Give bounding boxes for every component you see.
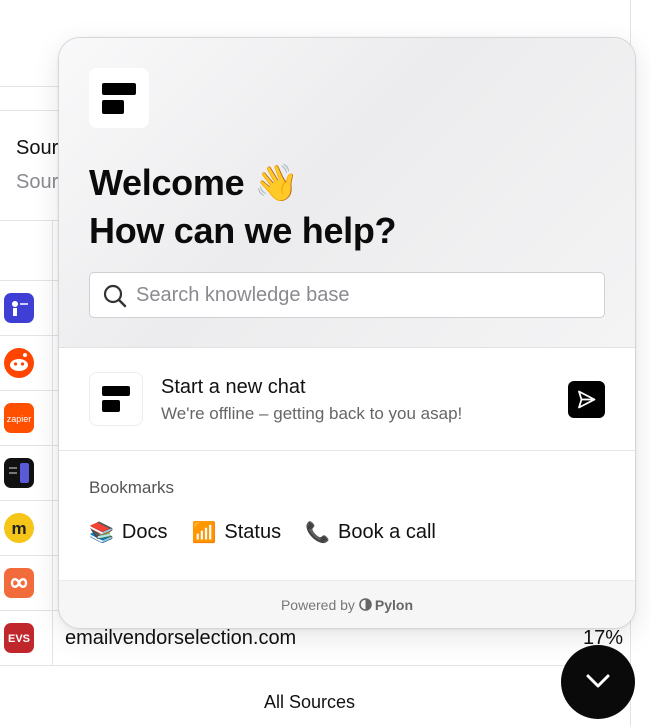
row-divider — [0, 390, 60, 391]
bookmark-book-call[interactable]: 📞 Book a call — [305, 521, 436, 544]
chat-logo — [89, 372, 143, 426]
pylon-logo-icon — [359, 598, 372, 611]
infinity-logo-icon — [4, 568, 34, 598]
row-divider — [0, 445, 60, 446]
company-logo — [89, 68, 149, 128]
send-icon — [578, 390, 596, 409]
reddit-icon — [4, 348, 34, 378]
books-icon: 📚 — [89, 521, 114, 544]
logo-mark-icon — [102, 386, 130, 412]
search-icon — [103, 284, 127, 308]
logo-mark-icon — [102, 83, 136, 114]
signal-icon: 📶 — [191, 521, 217, 544]
bookmarks-label: Bookmarks — [89, 478, 175, 497]
search-box[interactable] — [89, 272, 605, 318]
row-divider — [0, 500, 60, 501]
phone-icon: 📞 — [305, 521, 330, 544]
dark-app-icon — [4, 458, 34, 488]
support-widget: Welcome 👋 How can we help? Start a new c… — [58, 37, 636, 629]
chat-title: Start a new chat — [161, 376, 306, 398]
widget-footer: Powered by Pylon — [59, 580, 635, 628]
help-heading: How can we help? — [89, 210, 397, 251]
welcome-heading: Welcome 👋 — [89, 162, 299, 203]
m-logo-icon: m — [4, 513, 34, 543]
divider — [0, 110, 60, 111]
bookmark-label: Docs — [121, 521, 168, 543]
send-button[interactable] — [568, 381, 605, 418]
search-input[interactable] — [136, 273, 596, 317]
chevron-down-icon — [586, 674, 610, 688]
evs-logo-icon: EVS — [4, 623, 34, 653]
row-divider — [0, 335, 60, 336]
bookmark-label: Status — [224, 521, 282, 543]
widget-header: Welcome 👋 How can we help? — [59, 38, 635, 348]
zapier-icon: zapier — [4, 403, 34, 433]
divider — [0, 220, 60, 221]
bookmark-docs[interactable]: 📚 Docs — [89, 521, 167, 544]
row-divider — [0, 280, 60, 281]
section-title: Sour — [16, 137, 59, 159]
brand-name: Pylon — [374, 596, 414, 613]
row-divider — [0, 665, 631, 666]
evs-logo-label: EVS — [8, 633, 30, 645]
m-logo-label: m — [11, 519, 26, 538]
divider — [0, 86, 60, 87]
bookmark-status[interactable]: 📶 Status — [191, 521, 281, 544]
powered-by-text: Powered by — [280, 596, 355, 613]
bookmarks-list: 📚 Docs 📶 Status 📞 Book a call — [89, 521, 436, 544]
pylon-brand-link[interactable]: Pylon — [359, 597, 413, 613]
app-icon — [4, 293, 34, 323]
section-subtitle: Sour — [16, 171, 59, 193]
zapier-icon-label: zapier — [7, 414, 32, 424]
start-chat-row[interactable]: Start a new chat We're offline – getting… — [59, 348, 635, 451]
chat-status: We're offline – getting back to you asap… — [161, 404, 463, 423]
bookmark-label: Book a call — [338, 521, 436, 543]
source-domain[interactable]: emailvendorselection.com — [65, 627, 296, 650]
column-divider — [52, 220, 53, 665]
widget-toggle-button[interactable] — [561, 645, 635, 719]
all-sources-link[interactable]: All Sources — [264, 692, 355, 713]
row-divider — [0, 555, 60, 556]
